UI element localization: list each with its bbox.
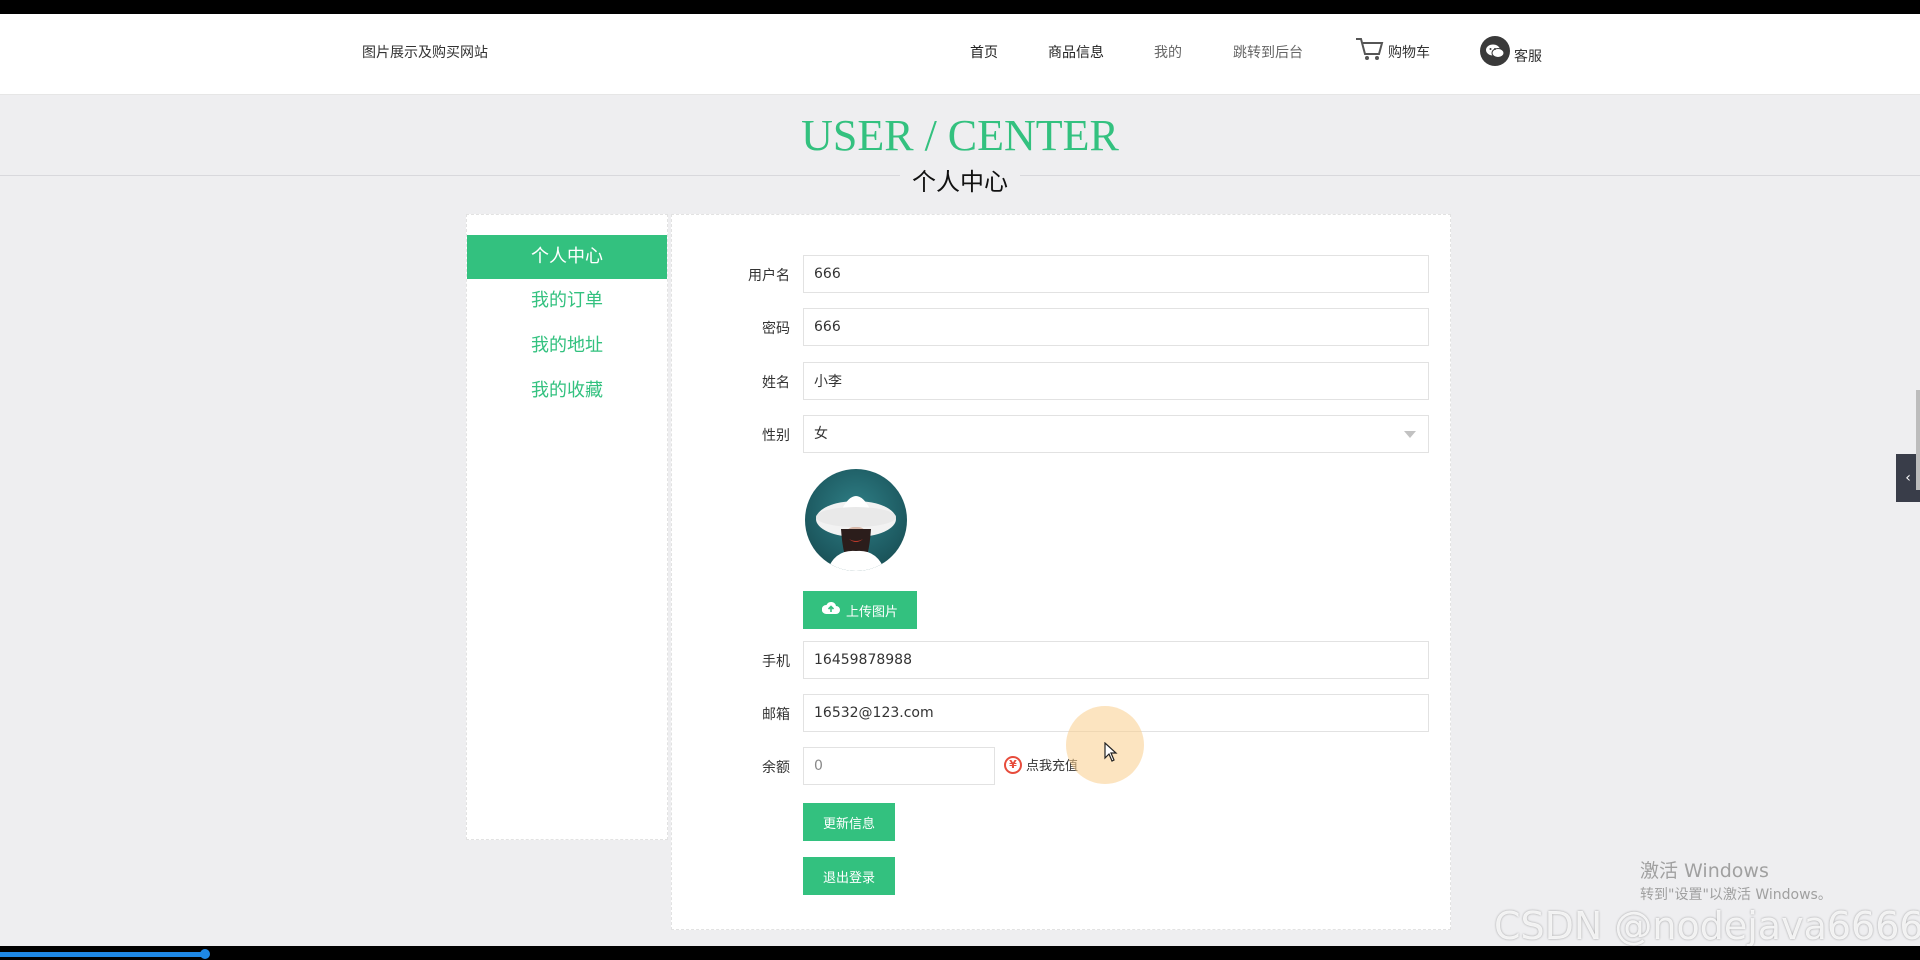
sidebar-item-address[interactable]: 我的地址 [467,324,667,368]
scrollbar-thumb[interactable] [1916,390,1920,490]
nav-cart-label: 购物车 [1388,45,1430,61]
phone-label: 手机 [762,654,790,670]
gender-select[interactable]: 女 [803,415,1429,453]
cart-icon [1354,36,1384,62]
name-label: 姓名 [762,375,790,391]
hero-title-cn: 个人中心 [0,162,1920,197]
phone-field[interactable] [803,641,1429,679]
top-navigation: 图片展示及购买网站 首页 商品信息 我的 跳转到后台 购物车 客服 [0,14,1920,95]
windows-activation-title: 激活 Windows [1640,860,1769,882]
nav-products[interactable]: 商品信息 [1048,42,1104,62]
password-label: 密码 [762,321,790,337]
username-label: 用户名 [748,268,790,284]
hero-title-cn-text: 个人中心 [900,168,1020,196]
site-title: 图片展示及购买网站 [362,45,488,61]
nav-cart[interactable]: 购物车 [1354,36,1430,62]
user-sidebar: 个人中心 我的订单 我的地址 我的收藏 [466,214,668,840]
nav-backend[interactable]: 跳转到后台 [1233,42,1303,62]
password-field[interactable] [803,308,1429,346]
mouse-pointer-icon [1104,741,1118,766]
balance-label: 余额 [762,760,790,776]
browser-viewport: 图片展示及购买网站 首页 商品信息 我的 跳转到后台 购物车 客服 USER /… [0,14,1920,946]
update-info-button[interactable]: 更新信息 [803,803,895,841]
sidebar-item-orders[interactable]: 我的订单 [467,279,667,323]
name-field[interactable] [803,362,1429,400]
logout-button[interactable]: 退出登录 [803,857,895,895]
nav-service[interactable]: 客服 [1480,36,1542,66]
sidebar-item-profile[interactable]: 个人中心 [467,235,667,279]
gender-select-value: 女 [814,426,828,442]
chevron-down-icon [1404,431,1416,438]
wechat-icon [1480,36,1510,66]
nav-mine[interactable]: 我的 [1154,42,1182,62]
yen-icon: ¥ [1004,755,1022,774]
profile-form-panel: 用户名 密码 姓名 性别 女 [671,214,1451,930]
video-progress-knob[interactable] [200,949,210,959]
video-progress-bar[interactable] [0,952,206,957]
avatar [805,469,907,571]
nav-service-label: 客服 [1514,49,1542,65]
gender-label: 性别 [762,428,790,444]
sidebar-item-favorites[interactable]: 我的收藏 [467,369,667,413]
upload-image-label: 上传图片 [845,604,898,620]
csdn-watermark: CSDN @nodejava666666 [1494,904,1920,946]
recharge-link[interactable]: ¥ 点我充值 [1004,755,1078,774]
balance-field[interactable] [803,747,995,785]
username-field[interactable] [803,255,1429,293]
windows-activation-subtitle: 转到"设置"以激活 Windows。 [1640,887,1832,903]
hero-title-en: USER / CENTER [801,111,1119,160]
chevron-left-icon: ‹ [1905,470,1911,486]
nav-home[interactable]: 首页 [970,42,998,62]
email-label: 邮箱 [762,707,790,723]
cloud-upload-icon [821,601,840,619]
upload-image-button[interactable]: 上传图片 [803,591,917,629]
